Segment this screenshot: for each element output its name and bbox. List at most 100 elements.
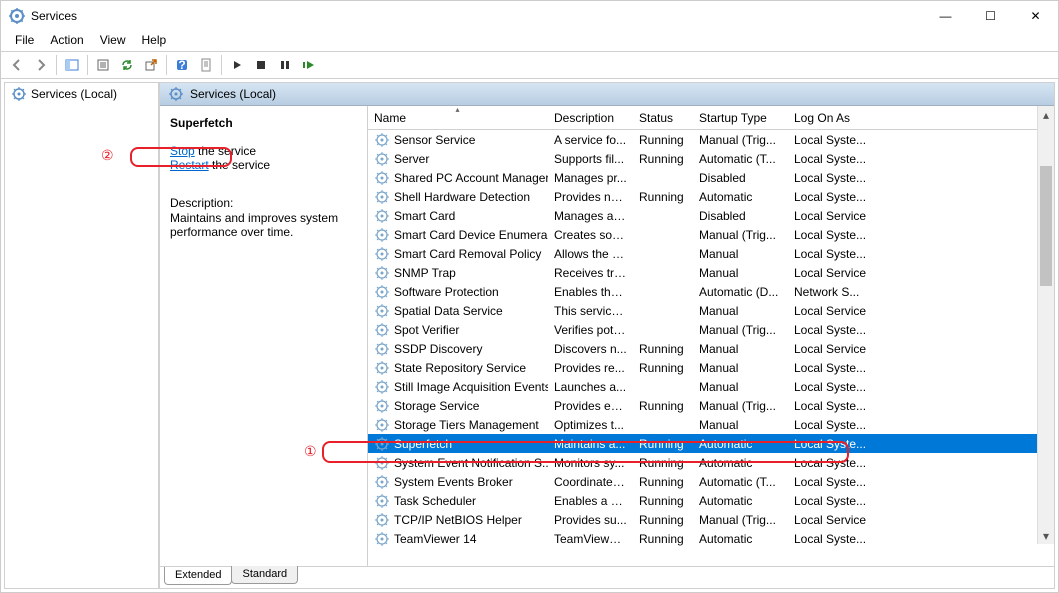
service-row[interactable]: Shell Hardware DetectionProvides no...Ru…	[368, 187, 1054, 206]
cell-name: Storage Tiers Management	[368, 416, 548, 434]
cell-name: Spot Verifier	[368, 321, 548, 339]
start-service-button[interactable]	[226, 54, 248, 76]
close-button[interactable]: ✕	[1013, 1, 1058, 31]
service-row[interactable]: System Event Notification S...Monitors s…	[368, 453, 1054, 472]
column-status[interactable]: Status	[633, 106, 693, 129]
maximize-button[interactable]: ☐	[968, 1, 1013, 31]
help-button[interactable]: ?	[171, 54, 193, 76]
service-row[interactable]: Software ProtectionEnables the ... Automa…	[368, 282, 1054, 301]
service-row[interactable]: Spot VerifierVerifies pote...Manual (Tri…	[368, 320, 1054, 339]
cell-startup: Automatic (D...	[693, 284, 788, 300]
cell-logon: Local Syste...	[788, 474, 878, 490]
cell-description: Provides en...	[548, 398, 633, 414]
service-row[interactable]: Smart Card Removal PolicyAllows the s...…	[368, 244, 1054, 263]
cell-description: Optimizes t...	[548, 417, 633, 433]
column-startup[interactable]: Startup Type	[693, 106, 788, 129]
cell-description: TeamViewer...	[548, 531, 633, 547]
properties-sheet-button[interactable]	[195, 54, 217, 76]
stop-service-link[interactable]: Stop	[170, 144, 195, 158]
stop-service-line: Stop the service	[170, 144, 357, 158]
cell-description: A service fo...	[548, 132, 633, 148]
restart-service-link[interactable]: Restart	[170, 158, 209, 172]
service-row[interactable]: Task SchedulerEnables a us...RunningAuto…	[368, 491, 1054, 510]
cell-startup: Automatic	[693, 436, 788, 452]
service-row[interactable]: Spatial Data ServiceThis service ...Manu…	[368, 301, 1054, 320]
cell-startup: Manual (Trig...	[693, 132, 788, 148]
cell-startup: Disabled	[693, 170, 788, 186]
selected-service-name: Superfetch	[170, 116, 357, 130]
service-row[interactable]: SSDP DiscoveryDiscovers n...RunningManua…	[368, 339, 1054, 358]
tree-item-services-local[interactable]: Services (Local)	[5, 83, 158, 105]
cell-name: Smart Card Device Enumera...	[368, 226, 548, 244]
service-row[interactable]: Storage Tiers ManagementOptimizes t...Ma…	[368, 415, 1054, 434]
service-row[interactable]: Smart CardManages ac...DisabledLocal Ser…	[368, 206, 1054, 225]
restart-service-button[interactable]	[298, 54, 320, 76]
stop-service-button[interactable]	[250, 54, 272, 76]
scrollbar-thumb[interactable]	[1040, 166, 1052, 286]
cell-logon: Local Service	[788, 512, 878, 528]
cell-name: Still Image Acquisition Events	[368, 378, 548, 396]
service-row[interactable]: Smart Card Device Enumera...Creates soft…	[368, 225, 1054, 244]
menu-file[interactable]: File	[7, 31, 42, 51]
service-row[interactable]: Storage ServiceProvides en...RunningManu…	[368, 396, 1054, 415]
cell-name: Superfetch	[368, 435, 548, 453]
list-header: Name▴ Description Status Startup Type Lo…	[368, 106, 1054, 130]
properties-button[interactable]	[92, 54, 114, 76]
pause-service-button[interactable]	[274, 54, 296, 76]
menu-view[interactable]: View	[92, 31, 134, 51]
content-pane: Services (Local) Superfetch Stop the ser…	[159, 82, 1055, 589]
gear-icon	[374, 132, 390, 148]
service-row[interactable]: Still Image Acquisition EventsLaunches a…	[368, 377, 1054, 396]
cell-status	[633, 215, 693, 217]
cell-name: Shell Hardware Detection	[368, 188, 548, 206]
gear-icon	[374, 398, 390, 414]
service-row[interactable]: SNMP TrapReceives tra...ManualLocal Serv…	[368, 263, 1054, 282]
vertical-scrollbar[interactable]: ▴ ▾	[1037, 106, 1054, 544]
annotation-number-1: ①	[304, 444, 317, 461]
scroll-up-arrow[interactable]: ▴	[1038, 106, 1054, 123]
column-logon[interactable]: Log On As	[788, 106, 878, 129]
cell-logon: Local Syste...	[788, 417, 878, 433]
service-row[interactable]: TCP/IP NetBIOS HelperProvides su...Runni…	[368, 510, 1054, 529]
menu-help[interactable]: Help	[134, 31, 175, 51]
service-row[interactable]: Sensor ServiceA service fo...RunningManu…	[368, 130, 1054, 149]
export-button[interactable]	[140, 54, 162, 76]
cell-logon: Local Syste...	[788, 227, 878, 243]
cell-name: SNMP Trap	[368, 264, 548, 282]
cell-description: Supports fil...	[548, 151, 633, 167]
menu-action[interactable]: Action	[42, 31, 91, 51]
service-row[interactable]: SuperfetchMaintains a...RunningAutomatic…	[368, 434, 1054, 453]
refresh-button[interactable]	[116, 54, 138, 76]
cell-name: Software Protection	[368, 283, 548, 301]
tab-extended[interactable]: Extended	[164, 567, 232, 585]
column-name[interactable]: Name▴	[368, 106, 548, 129]
column-description[interactable]: Description	[548, 106, 633, 129]
cell-description: This service ...	[548, 303, 633, 319]
back-button[interactable]	[6, 54, 28, 76]
gear-icon	[374, 531, 390, 547]
gear-icon	[374, 474, 390, 490]
scroll-down-arrow[interactable]: ▾	[1038, 527, 1054, 544]
description-text: Maintains and improves system performanc…	[170, 211, 357, 239]
tab-standard[interactable]: Standard	[231, 566, 298, 584]
service-row[interactable]: State Repository ServiceProvides re...Ru…	[368, 358, 1054, 377]
cell-status	[633, 272, 693, 274]
show-hide-tree-button[interactable]	[61, 54, 83, 76]
cell-name: Storage Service	[368, 397, 548, 415]
minimize-button[interactable]: —	[923, 1, 968, 31]
list-body: Sensor ServiceA service fo...RunningManu…	[368, 130, 1054, 548]
main-area: Services (Local) Services (Local) Superf…	[1, 79, 1058, 592]
forward-button[interactable]	[30, 54, 52, 76]
cell-status: Running	[633, 455, 693, 471]
cell-description: Verifies pote...	[548, 322, 633, 338]
service-row[interactable]: ServerSupports fil...RunningAutomatic (T…	[368, 149, 1054, 168]
gear-icon	[374, 417, 390, 433]
service-row[interactable]: System Events BrokerCoordinates...Runnin…	[368, 472, 1054, 491]
cell-name: System Event Notification S...	[368, 454, 548, 472]
cell-status	[633, 234, 693, 236]
service-row[interactable]: TeamViewer 14TeamViewer...RunningAutomat…	[368, 529, 1054, 548]
annotation-number-2: ②	[101, 148, 114, 165]
service-row[interactable]: Shared PC Account ManagerManages pr...Di…	[368, 168, 1054, 187]
restart-service-text: the service	[209, 158, 270, 172]
cell-description: Enables the ...	[548, 284, 633, 300]
